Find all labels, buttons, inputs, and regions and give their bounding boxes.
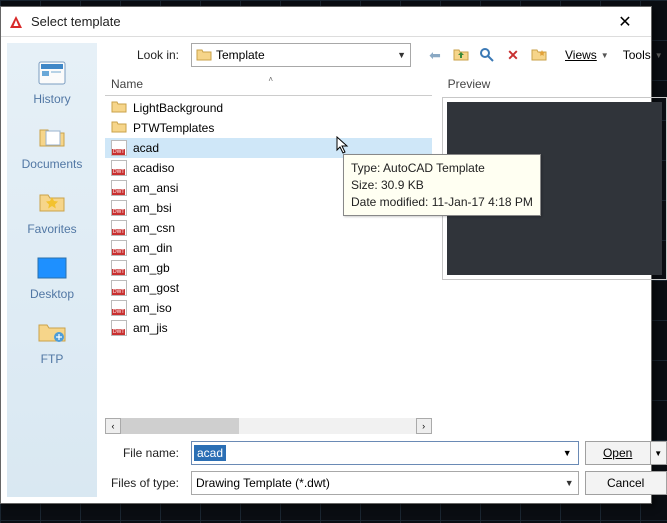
- favorites-icon: [36, 187, 68, 219]
- sort-indicator-icon: ˄: [268, 75, 273, 84]
- cancel-button[interactable]: Cancel: [585, 471, 667, 495]
- close-button[interactable]: ✕: [605, 12, 645, 32]
- file-name: am_gost: [133, 281, 179, 295]
- dwt-file-icon: [111, 300, 127, 316]
- scroll-left-icon[interactable]: ‹: [105, 418, 121, 434]
- new-folder-icon[interactable]: [529, 45, 549, 65]
- lookin-value: Template: [216, 48, 265, 62]
- place-label: Documents: [9, 157, 95, 171]
- folder-icon: [111, 120, 127, 136]
- documents-icon: [36, 122, 68, 154]
- tooltip-modified: Date modified: 11-Jan-17 4:18 PM: [351, 194, 533, 211]
- file-name: am_csn: [133, 221, 175, 235]
- chevron-down-icon: ▼: [601, 51, 609, 60]
- file-item[interactable]: PTWTemplates: [105, 118, 432, 138]
- place-label: History: [9, 92, 95, 106]
- chevron-down-icon: ▼: [565, 478, 574, 488]
- file-name: am_gb: [133, 261, 170, 275]
- filename-value: acad: [194, 445, 226, 461]
- tooltip-type: Type: AutoCAD Template: [351, 160, 533, 177]
- place-label: Favorites: [9, 222, 95, 236]
- place-label: FTP: [9, 352, 95, 366]
- file-name: LightBackground: [133, 101, 223, 115]
- preview-label: Preview: [442, 73, 667, 95]
- filename-label: File name:: [105, 446, 185, 460]
- file-name: am_din: [133, 241, 172, 255]
- file-item[interactable]: am_jis: [105, 318, 432, 338]
- file-item[interactable]: am_iso: [105, 298, 432, 318]
- file-name: am_jis: [133, 321, 168, 335]
- file-item[interactable]: am_gost: [105, 278, 432, 298]
- scroll-right-icon[interactable]: ›: [416, 418, 432, 434]
- file-name: am_ansi: [133, 181, 178, 195]
- views-menu[interactable]: Views▼: [561, 48, 613, 62]
- dwt-file-icon: [111, 260, 127, 276]
- file-name: am_iso: [133, 301, 172, 315]
- place-ftp[interactable]: FTP: [7, 311, 97, 372]
- preview-pane: Preview: [442, 73, 667, 435]
- place-favorites[interactable]: Favorites: [7, 181, 97, 242]
- horizontal-scrollbar[interactable]: ‹ ›: [105, 417, 432, 435]
- up-folder-icon[interactable]: [451, 45, 471, 65]
- folder-icon: [111, 100, 127, 116]
- file-name: acad: [133, 141, 159, 155]
- chevron-down-icon: ▼: [655, 51, 663, 60]
- dwt-file-icon: [111, 320, 127, 336]
- file-tooltip: Type: AutoCAD Template Size: 30.9 KB Dat…: [343, 154, 541, 216]
- window-title: Select template: [31, 14, 605, 29]
- dwt-file-icon: [111, 280, 127, 296]
- file-name: acadiso: [133, 161, 174, 175]
- place-desktop[interactable]: Desktop: [7, 246, 97, 307]
- file-item[interactable]: am_gb: [105, 258, 432, 278]
- place-label: Desktop: [9, 287, 95, 301]
- tooltip-size: Size: 30.9 KB: [351, 177, 533, 194]
- file-name: am_bsi: [133, 201, 172, 215]
- file-item[interactable]: am_din: [105, 238, 432, 258]
- dwt-file-icon: [111, 140, 127, 156]
- chevron-down-icon: ▼: [397, 50, 406, 60]
- app-icon: [7, 13, 25, 31]
- filename-input[interactable]: acad ▼: [191, 441, 579, 465]
- title-bar: Select template ✕: [1, 7, 651, 37]
- places-bar: History Documents Favorites Desktop FTP: [7, 43, 97, 497]
- filetype-label: Files of type:: [105, 476, 185, 490]
- history-icon: [36, 57, 68, 89]
- place-documents[interactable]: Documents: [7, 116, 97, 177]
- file-item[interactable]: LightBackground: [105, 98, 432, 118]
- delete-icon[interactable]: ✕: [503, 45, 523, 65]
- dwt-file-icon: [111, 220, 127, 236]
- filetype-combo[interactable]: Drawing Template (*.dwt) ▼: [191, 471, 579, 495]
- place-history[interactable]: History: [7, 51, 97, 112]
- open-button[interactable]: Open: [585, 441, 651, 465]
- lookin-label: Look in:: [105, 48, 185, 62]
- file-item[interactable]: am_csn: [105, 218, 432, 238]
- dwt-file-icon: [111, 240, 127, 256]
- file-list-pane: Name ˄ LightBackground PTWTemplates acad ac…: [105, 73, 432, 435]
- back-icon[interactable]: ⬅: [425, 45, 445, 65]
- file-name: PTWTemplates: [133, 121, 214, 135]
- dwt-file-icon: [111, 180, 127, 196]
- tools-menu[interactable]: Tools▼: [619, 48, 667, 62]
- dwt-file-icon: [111, 200, 127, 216]
- chevron-down-icon[interactable]: ▼: [557, 448, 578, 458]
- scroll-thumb[interactable]: [121, 418, 239, 434]
- lookin-combo[interactable]: Template ▼: [191, 43, 411, 67]
- select-template-dialog: Select template ✕ History Documents Favo…: [0, 6, 652, 504]
- open-split-button[interactable]: ▼: [651, 441, 667, 465]
- filetype-value: Drawing Template (*.dwt): [196, 476, 330, 490]
- folder-icon: [196, 48, 212, 62]
- dwt-file-icon: [111, 160, 127, 176]
- column-header-name[interactable]: Name ˄: [105, 73, 432, 96]
- file-list[interactable]: LightBackground PTWTemplates acad acadiso am…: [105, 98, 432, 413]
- desktop-icon: [36, 252, 68, 284]
- ftp-icon: [36, 317, 68, 349]
- search-icon[interactable]: [477, 45, 497, 65]
